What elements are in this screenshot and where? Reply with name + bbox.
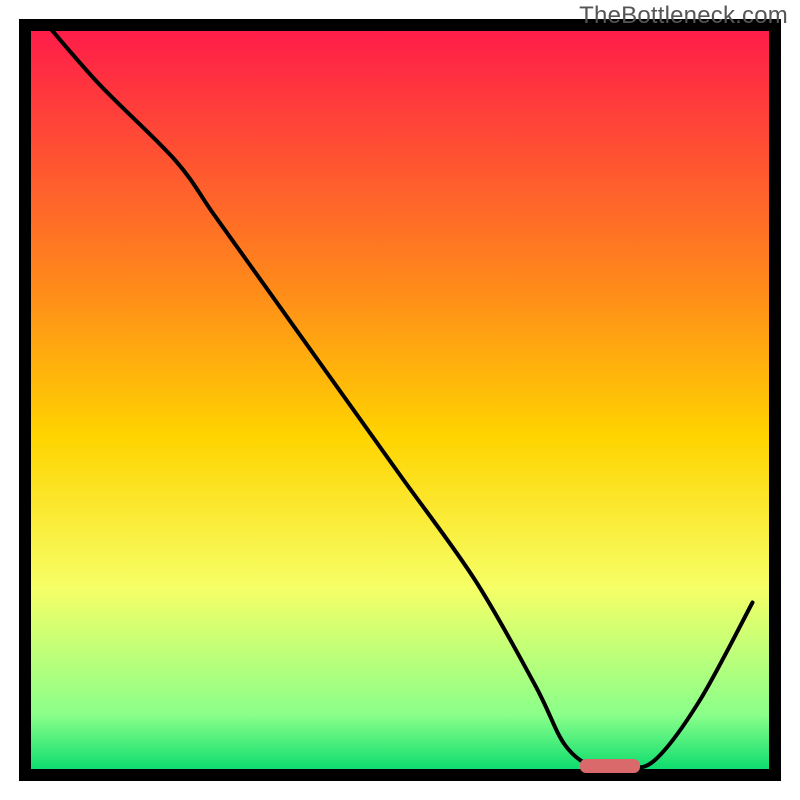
- plot-area: [25, 25, 775, 775]
- chart-container: TheBottleneck.com: [0, 0, 800, 800]
- gradient-background: [25, 25, 775, 775]
- bottleneck-chart: [0, 0, 800, 800]
- watermark-text: TheBottleneck.com: [579, 2, 788, 30]
- optimal-range-marker: [580, 759, 640, 773]
